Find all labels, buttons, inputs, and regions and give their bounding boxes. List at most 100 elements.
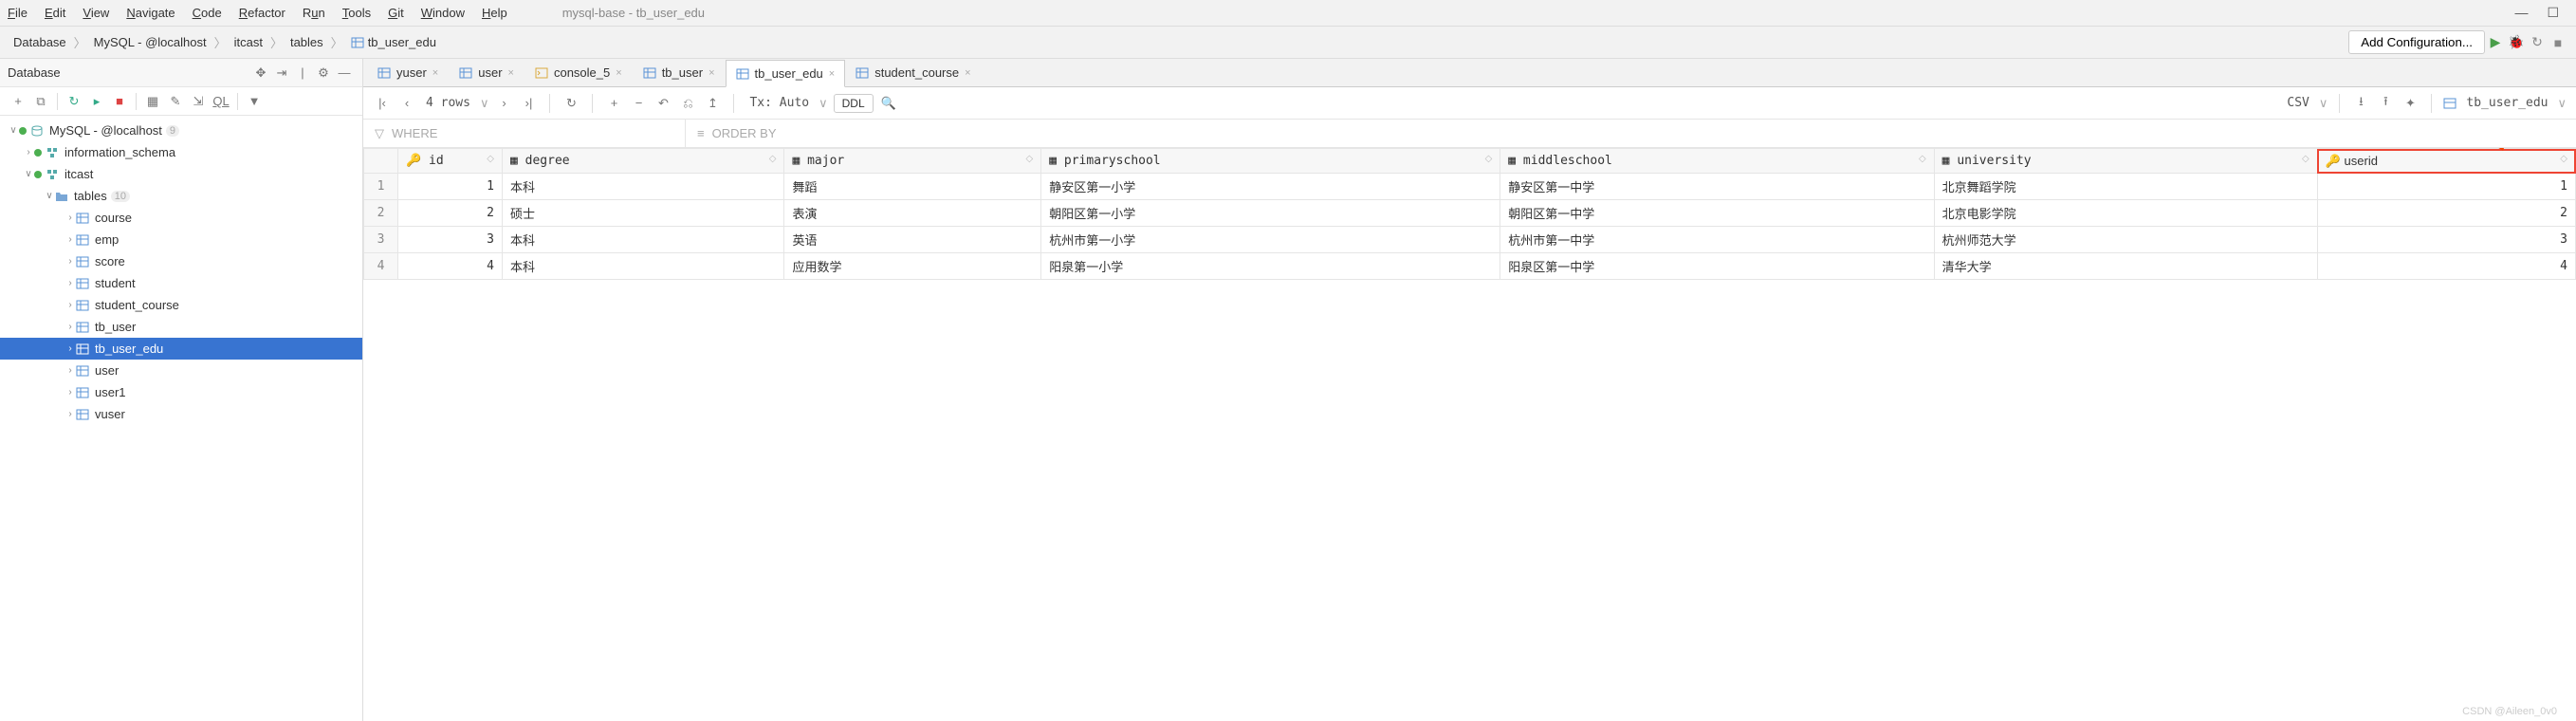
menu-git[interactable]: Git [388,6,404,20]
menu-run[interactable]: Run [303,6,325,20]
table-icon[interactable]: ▦ [142,94,163,109]
prev-page-icon[interactable]: ‹ [397,96,416,110]
tree-tables-folder[interactable]: ∨ tables 10 [0,185,362,207]
breadcrumb[interactable]: tables [285,33,329,51]
debug-icon[interactable]: 🐞 [2506,32,2527,53]
add-icon[interactable]: + [8,94,28,108]
tab-yuser[interactable]: yuser× [367,59,449,86]
stop-icon[interactable]: ■ [109,94,130,108]
column-degree[interactable]: ▦ degree ◇ [503,149,784,174]
breadcrumb[interactable]: Database [8,33,72,51]
menu-navigate[interactable]: Navigate [126,6,175,20]
column-id[interactable]: 🔑 id ◇ [398,149,503,174]
revert-icon[interactable]: ↶ [653,96,672,111]
commit-icon[interactable]: ⎌ [678,96,697,111]
refresh-icon[interactable]: ↻ [64,94,84,109]
breadcrumb[interactable]: MySQL - @localhost [88,33,212,51]
breadcrumb[interactable]: itcast [229,33,268,51]
watermark: CSDN @Aileen_0v0 [2462,706,2557,717]
column-userid[interactable]: ➘🔑 userid ◇ [2317,149,2575,174]
tree-table-score[interactable]: ›score [0,250,362,272]
table-row[interactable]: 33本科英语杭州市第一小学杭州市第一中学杭州师范大学3 [364,227,2576,253]
tree-table-user[interactable]: ›user [0,360,362,381]
tree-table-emp[interactable]: ›emp [0,229,362,250]
stop-icon[interactable]: ■ [2548,32,2568,53]
close-icon[interactable]: × [965,67,970,79]
collapse-icon[interactable]: ⇥ [271,65,292,81]
column-middleschool[interactable]: ▦ middleschool ◇ [1500,149,1934,174]
tree-datasource[interactable]: ∨ MySQL - @localhost 9 [0,120,362,141]
add-configuration-button[interactable]: Add Configuration... [2348,30,2485,54]
minimize-icon[interactable]: — [2514,5,2528,21]
run-icon[interactable]: ▸ [86,94,107,109]
menu-tools[interactable]: Tools [342,6,371,20]
target-icon[interactable]: ✥ [250,65,271,81]
column-major[interactable]: ▦ major ◇ [784,149,1041,174]
query-console-icon[interactable]: QL [211,94,231,108]
tree-table-student_course[interactable]: ›student_course [0,294,362,316]
window-title: mysql-base - tb_user_edu [562,6,705,20]
orderby-filter[interactable]: ≡ ORDER BY [686,120,788,147]
reload-icon[interactable]: ↻ [561,96,580,111]
row-count[interactable]: 4 rows [422,96,474,110]
filter-icon: ▽ [375,126,384,141]
menu-file[interactable]: File [8,6,28,20]
menu-refactor[interactable]: Refactor [239,6,285,20]
menu-view[interactable]: View [83,6,109,20]
tab-user[interactable]: user× [449,59,524,86]
close-icon[interactable]: × [432,67,438,79]
close-icon[interactable]: × [829,68,835,80]
tx-mode[interactable]: Tx: Auto [745,96,813,110]
search-icon[interactable]: 🔍 [879,96,898,111]
copy-icon[interactable]: ⧉ [30,94,51,109]
rerun-icon[interactable]: ↻ [2527,32,2548,53]
export-up-icon[interactable]: ⭱ [2376,93,2395,114]
table-row[interactable]: 22硕士表演朝阳区第一小学朝阳区第一中学北京电影学院2 [364,200,2576,227]
table-row[interactable]: 44本科应用数学阳泉第一小学阳泉区第一中学清华大学4 [364,253,2576,280]
close-icon[interactable]: × [508,67,514,79]
submit-icon[interactable]: ↥ [703,96,722,111]
filter-icon[interactable]: ▼ [244,94,265,108]
menu-window[interactable]: Window [421,6,465,20]
table-icon [76,233,89,247]
run-icon[interactable]: ▶ [2485,32,2506,53]
tab-tb_user[interactable]: tb_user× [633,59,726,86]
close-icon[interactable]: × [708,67,714,79]
menu-bar: File Edit View Navigate Code Refactor Ru… [0,0,2576,27]
remove-row-icon[interactable]: − [629,96,648,110]
edit-icon[interactable]: ✎ [165,94,186,109]
target-table[interactable]: tb_user_edu [2462,96,2551,110]
hide-icon[interactable]: — [334,65,355,80]
tree-table-user1[interactable]: ›user1 [0,381,362,403]
tab-console_5[interactable]: console_5× [524,59,633,86]
compare-icon[interactable]: ✦ [2401,96,2420,111]
first-page-icon[interactable]: |‹ [373,96,392,110]
table-row[interactable]: 11本科舞蹈静安区第一小学静安区第一中学北京舞蹈学院1 [364,174,2576,200]
export-down-icon[interactable]: ⭳ [2351,93,2370,114]
ddl-icon[interactable]: ⇲ [188,94,209,109]
settings-icon[interactable]: ⚙ [313,65,334,81]
tree-table-vuser[interactable]: ›vuser [0,403,362,425]
export-format[interactable]: CSV [2283,96,2312,110]
add-row-icon[interactable]: + [604,96,623,110]
menu-code[interactable]: Code [193,6,222,20]
where-filter[interactable]: ▽ WHERE [363,120,686,147]
close-icon[interactable]: × [616,67,621,79]
maximize-icon[interactable]: ☐ [2547,5,2559,21]
tab-student_course[interactable]: student_course× [845,59,981,86]
column-university[interactable]: ▦ university ◇ [1934,149,2317,174]
tab-tb_user_edu[interactable]: tb_user_edu× [726,60,846,87]
last-page-icon[interactable]: ›| [519,96,538,110]
tree-table-tb_user[interactable]: ›tb_user [0,316,362,338]
tree-schema[interactable]: › information_schema [0,141,362,163]
next-page-icon[interactable]: › [494,96,513,110]
tree-table-course[interactable]: ›course [0,207,362,229]
tree-schema-itcast[interactable]: ∨ itcast [0,163,362,185]
ddl-button[interactable]: DDL [834,94,874,113]
tree-table-tb_user_edu[interactable]: ›tb_user_edu [0,338,362,360]
breadcrumb[interactable]: tb_user_edu [345,33,442,51]
tree-table-student[interactable]: ›student [0,272,362,294]
menu-edit[interactable]: Edit [45,6,65,20]
column-primaryschool[interactable]: ▦ primaryschool ◇ [1041,149,1500,174]
menu-help[interactable]: Help [482,6,507,20]
